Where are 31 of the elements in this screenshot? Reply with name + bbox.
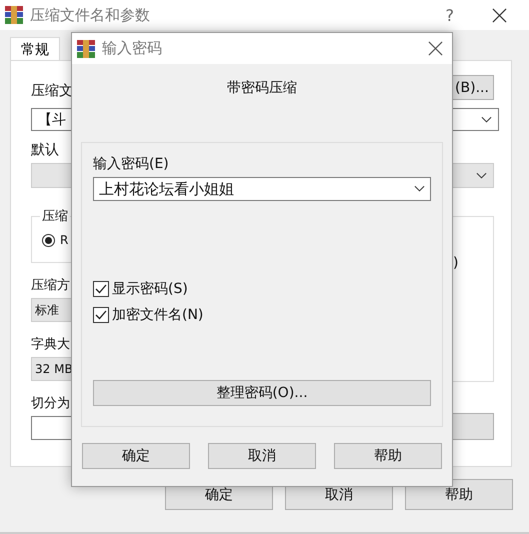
browse-button[interactable]: (B)...	[450, 75, 494, 100]
field-label: 默认	[31, 141, 60, 159]
chevron-icon	[481, 116, 492, 124]
dialog-button[interactable]: 确定	[82, 443, 190, 469]
dialog-button[interactable]: 帮助	[334, 443, 442, 469]
archive-books-icon	[76, 38, 96, 58]
chevron-icon	[476, 172, 487, 180]
checkbox-label: 加密文件名(N)	[112, 306, 204, 324]
radio-button[interactable]	[42, 234, 55, 246]
field-label: 压缩文	[31, 82, 73, 100]
field-label: 切分为	[31, 395, 70, 412]
field-label: 输入密码(E)	[93, 155, 170, 173]
organize-passwords-button[interactable]: 整理密码(O)...	[93, 380, 431, 406]
field-label: 字典大	[31, 336, 70, 353]
dialog-heading: 带密码压缩	[227, 79, 297, 97]
checkbox-label: 显示密码(S)	[112, 280, 188, 298]
dialog-button[interactable]: 取消	[208, 443, 316, 469]
checkbox[interactable]	[93, 307, 109, 323]
checkbox[interactable]	[93, 281, 109, 297]
radio-label: R	[60, 233, 68, 247]
option-label: )	[453, 255, 458, 271]
close-icon[interactable]	[492, 8, 507, 22]
dialog-title: 输入密码	[102, 39, 162, 58]
window-title: 压缩文件名和参数	[30, 6, 150, 24]
field-label: 压缩方	[31, 277, 70, 294]
tab[interactable]: 常规	[10, 37, 60, 61]
help-button[interactable]: ?	[446, 6, 454, 24]
close-icon[interactable]	[428, 41, 443, 56]
archive-books-icon	[4, 5, 24, 25]
password-field[interactable]: 上村花论坛看小姐姐	[93, 177, 431, 201]
chevron-icon	[414, 185, 425, 193]
